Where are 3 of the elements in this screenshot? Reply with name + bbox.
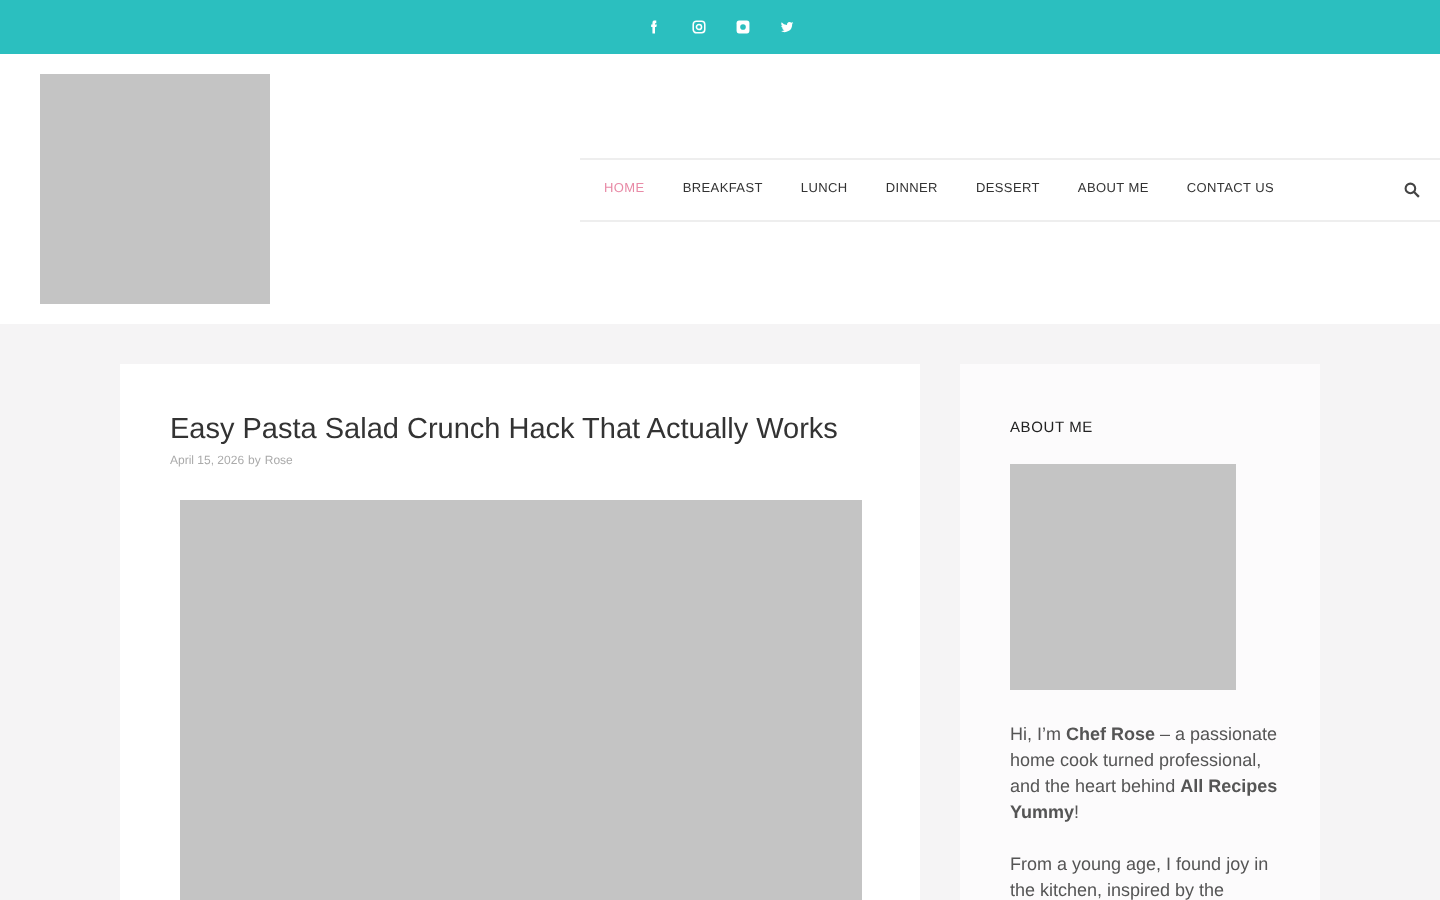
post-title: Easy Pasta Salad Crunch Hack That Actually Works xyxy=(170,412,840,448)
bio-paragraph: From a young age, I found joy in the kitchen, inspired by the xyxy=(1010,852,1271,900)
bio-paragraph: Hi, I’m Chef Rose – a passionate home cook turned professional, and the heart behind All Recipes Yummy! xyxy=(1010,722,1280,827)
